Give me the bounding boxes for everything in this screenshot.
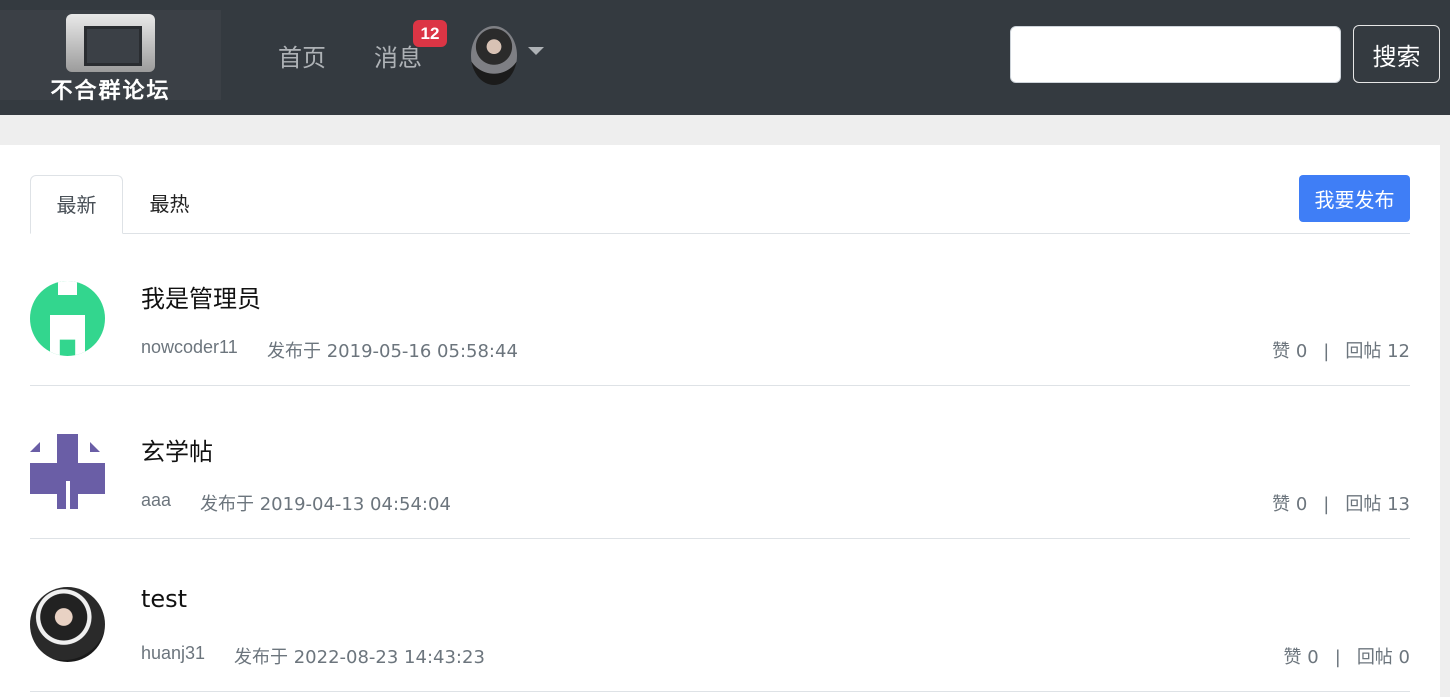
message-count-badge: 12 [413, 20, 447, 47]
reply-count: 回帖 12 [1345, 341, 1410, 362]
post-time: 发布于 2019-04-13 04:54:04 [200, 494, 451, 515]
like-count: 赞 0 [1283, 647, 1319, 668]
reply-count: 回帖 0 [1356, 647, 1410, 668]
post-time: 发布于 2022-08-23 14:43:23 [234, 647, 485, 668]
post-author: aaa [141, 490, 172, 510]
post-author: nowcoder11 [141, 337, 238, 357]
post-title-link[interactable]: test [141, 585, 187, 613]
nav-home-link[interactable]: 首页 [278, 38, 326, 73]
search-button[interactable]: 搜索 [1353, 25, 1440, 83]
tab-hottest[interactable]: 最热 [123, 175, 216, 234]
search-input[interactable] [1010, 26, 1341, 83]
post-list-item: 我是管理员 nowcoder11 发布于 2019-05-16 05:58:44… [30, 233, 1410, 386]
green-plug-icon[interactable] [30, 281, 105, 356]
stats-separator: | [1334, 647, 1341, 668]
post-stats: 赞 0 | 回帖 0 [1284, 643, 1410, 669]
user-photo-avatar[interactable] [30, 587, 105, 662]
tab-latest[interactable]: 最新 [30, 175, 123, 234]
like-count: 赞 0 [1272, 341, 1308, 362]
post-list-item: test huanj31 发布于 2022-08-23 14:43:23 赞 0… [30, 539, 1410, 692]
reply-count: 回帖 13 [1345, 494, 1410, 515]
top-navbar: 不合群论坛 首页 消息 12 搜索 [0, 0, 1450, 115]
post-title-link[interactable]: 我是管理员 [141, 279, 261, 314]
post-list-item: 玄学帖 aaa 发布于 2019-04-13 04:54:04 赞 0 | 回帖 1… [30, 386, 1410, 539]
like-count: 赞 0 [1272, 494, 1308, 515]
stats-separator: | [1323, 341, 1330, 362]
stats-separator: | [1323, 494, 1330, 515]
post-stats: 赞 0 | 回帖 12 [1272, 337, 1410, 363]
post-author: huanj31 [141, 643, 206, 663]
logo-text: 不合群论坛 [50, 79, 171, 104]
post-time: 发布于 2019-05-16 05:58:44 [267, 341, 518, 362]
post-title-link[interactable]: 玄学帖 [141, 432, 213, 467]
user-avatar[interactable] [471, 26, 517, 85]
site-logo[interactable]: 不合群论坛 [0, 10, 221, 104]
post-stats: 赞 0 | 回帖 13 [1272, 490, 1410, 516]
purple-pattern-icon[interactable] [30, 434, 105, 509]
user-dropdown-caret-icon[interactable] [528, 47, 544, 55]
post-list-panel: 最新 最热 我要发布 我是管理员 nowcoder11 发布于 2019-05-… [0, 145, 1440, 697]
logo-frame-icon [66, 14, 155, 72]
publish-post-button[interactable]: 我要发布 [1299, 175, 1410, 222]
